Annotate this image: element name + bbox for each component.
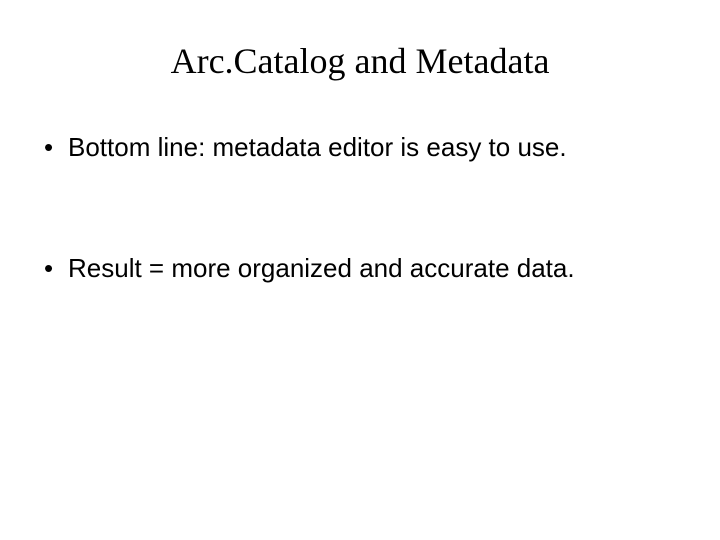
- slide-title: Arc.Catalog and Metadata: [30, 40, 690, 82]
- list-item: Result = more organized and accurate dat…: [40, 253, 690, 284]
- bullet-list: Bottom line: metadata editor is easy to …: [30, 132, 690, 284]
- list-item: Bottom line: metadata editor is easy to …: [40, 132, 690, 163]
